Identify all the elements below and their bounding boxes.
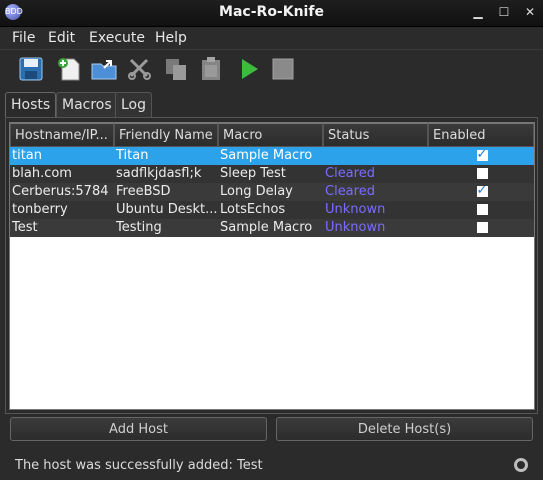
- enabled-checkbox[interactable]: [476, 168, 488, 179]
- table-header: Hostname/IP... Friendly Name Macro Statu…: [10, 123, 534, 147]
- save-icon[interactable]: [16, 54, 46, 84]
- busy-indicator-icon: [514, 458, 528, 472]
- maximize-icon[interactable]: ☐: [497, 5, 511, 19]
- cell-friendly-name: Ubuntu Deskt...: [116, 202, 218, 217]
- table-row[interactable]: blah.com sadflkjdasfl;k Sleep Test Cleared: [10, 165, 534, 183]
- cut-icon[interactable]: [125, 54, 155, 84]
- column-header-friendly-name[interactable]: Friendly Name: [114, 123, 218, 147]
- cell-macro: Sleep Test: [220, 166, 286, 181]
- cell-hostname: titan: [12, 148, 43, 163]
- cell-hostname: tonberry: [12, 202, 68, 217]
- add-host-button[interactable]: Add Host: [10, 417, 267, 441]
- cell-hostname: blah.com: [12, 166, 72, 181]
- cell-status: Unknown: [325, 220, 386, 235]
- table-row[interactable]: tonberry Ubuntu Deskt... LotsEchos Unknown: [10, 201, 534, 219]
- open-folder-icon[interactable]: [89, 54, 119, 84]
- cell-enabled: [428, 165, 534, 183]
- status-message: The host was successfully added: Test: [15, 458, 263, 473]
- cell-enabled: [428, 183, 534, 201]
- status-bar: The host was successfully added: Test: [0, 450, 543, 480]
- cell-macro: LotsEchos: [220, 202, 286, 217]
- tab-bar: Hosts Macros Log: [5, 92, 538, 119]
- enabled-checkbox[interactable]: [476, 222, 488, 233]
- stop-icon[interactable]: [268, 54, 298, 84]
- table-row[interactable]: Test Testing Sample Macro Unknown: [10, 219, 534, 237]
- title-bar: BDD Mac-Ro-Knife ▁ ☐ ✕: [0, 0, 543, 27]
- column-header-macro[interactable]: Macro: [218, 123, 323, 147]
- cell-enabled: [428, 147, 534, 165]
- cell-hostname: Cerberus:5784: [12, 184, 109, 199]
- cell-status: [323, 147, 428, 165]
- table-row[interactable]: titan Titan Sample Macro: [10, 147, 534, 165]
- column-header-status[interactable]: Status: [323, 123, 428, 147]
- hosts-panel: Hostname/IP... Friendly Name Macro Statu…: [5, 117, 538, 414]
- cell-macro: Sample Macro: [220, 148, 313, 163]
- table-body: titan Titan Sample Macro blah.com sadflkjdas…: [10, 147, 534, 237]
- cell-macro: Long Delay: [220, 184, 293, 199]
- cell-friendly-name: Titan: [116, 148, 149, 163]
- run-icon[interactable]: [234, 54, 264, 84]
- tab-macros[interactable]: Macros: [56, 92, 118, 117]
- hosts-table: Hostname/IP... Friendly Name Macro Statu…: [9, 122, 535, 410]
- cell-status: Unknown: [325, 202, 386, 217]
- paste-icon[interactable]: [196, 54, 226, 84]
- cell-friendly-name: sadflkjdasfl;k: [116, 166, 202, 181]
- minimize-icon[interactable]: ▁: [471, 5, 485, 19]
- cell-friendly-name: FreeBSD: [116, 184, 171, 199]
- window-title: Mac-Ro-Knife: [219, 4, 324, 20]
- cell-enabled: [428, 219, 534, 237]
- enabled-checkbox[interactable]: [476, 204, 488, 215]
- cell-macro: Sample Macro: [220, 220, 313, 235]
- cell-friendly-name: Testing: [116, 220, 162, 235]
- cell-hostname: Test: [12, 220, 38, 235]
- toolbar: [0, 50, 543, 90]
- enabled-checkbox[interactable]: [476, 147, 488, 164]
- enabled-checkbox[interactable]: [476, 183, 488, 200]
- close-icon[interactable]: ✕: [523, 5, 537, 19]
- cell-enabled: [428, 201, 534, 219]
- delete-host-button[interactable]: Delete Host(s): [276, 417, 533, 441]
- tab-log[interactable]: Log: [115, 92, 153, 117]
- menu-help[interactable]: Help: [155, 30, 187, 46]
- menu-edit[interactable]: Edit: [48, 30, 75, 46]
- column-header-hostname[interactable]: Hostname/IP...: [10, 123, 114, 147]
- new-document-icon[interactable]: [54, 54, 84, 84]
- menu-file[interactable]: File: [12, 30, 35, 46]
- tab-hosts[interactable]: Hosts: [5, 92, 57, 119]
- cell-status: Cleared: [325, 166, 375, 181]
- menu-execute[interactable]: Execute: [89, 30, 145, 46]
- cell-status: Cleared: [325, 184, 375, 199]
- menu-bar: File Edit Execute Help: [0, 27, 543, 50]
- column-header-enabled[interactable]: Enabled: [428, 123, 534, 147]
- copy-icon[interactable]: [161, 54, 191, 84]
- table-row[interactable]: Cerberus:5784 FreeBSD Long Delay Cleared: [10, 183, 534, 201]
